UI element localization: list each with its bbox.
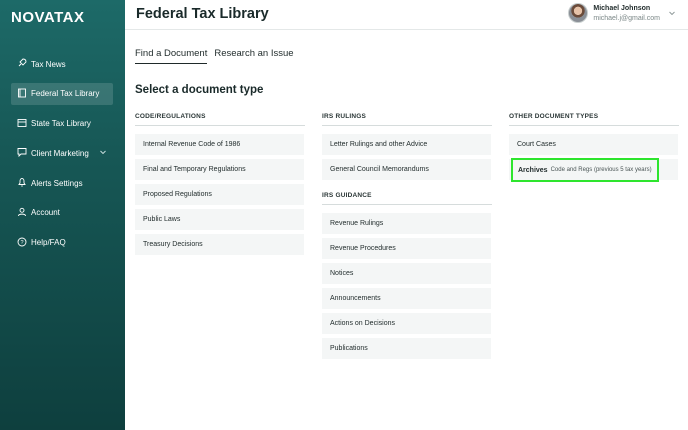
sidebar-item-label: Federal Tax Library	[31, 89, 100, 99]
novatax-logo[interactable]: NOVATAX	[11, 9, 85, 26]
sidebar-item-label: Alerts Settings	[31, 178, 83, 188]
chevron-down-icon[interactable]	[99, 148, 107, 156]
sidebar-item-federal-tax-library[interactable]: Federal Tax Library	[11, 82, 113, 105]
sidebar-item-alerts-settings[interactable]: Alerts Settings	[11, 172, 113, 194]
doc-proposed-regulations[interactable]: Proposed Regulations	[135, 184, 304, 205]
chevron-down-icon[interactable]	[668, 9, 676, 17]
sidebar-item-client-marketing[interactable]: Client Marketing	[11, 142, 113, 164]
archives-sublabel: Code and Regs (previous 5 tax years)	[550, 167, 652, 173]
doc-actions-on-decisions[interactable]: Actions on Decisions	[322, 313, 491, 334]
doc-announcements[interactable]: Announcements	[322, 288, 491, 309]
sidebar-item-label: State Tax Library	[31, 119, 91, 129]
chat-icon	[17, 147, 27, 158]
bell-icon	[17, 177, 27, 187]
doc-court-cases[interactable]: Court Cases	[509, 134, 678, 155]
doc-archives[interactable]: Archives Code and Regs (previous 5 tax y…	[511, 158, 659, 182]
sidebar-item-label: Client Marketing	[31, 148, 89, 158]
archives-label: Archives	[518, 166, 548, 174]
page-title: Federal Tax Library	[136, 6, 269, 22]
doc-final-temporary-regulations[interactable]: Final and Temporary Regulations	[135, 159, 304, 180]
code-regulations-heading: CODE/REGULATIONS	[135, 113, 305, 126]
sidebar: NOVATAX Tax News Federal Tax Library Sta…	[0, 0, 125, 430]
doc-treasury-decisions[interactable]: Treasury Decisions	[135, 234, 304, 255]
irs-rulings-heading: IRS RULINGS	[322, 113, 492, 126]
sidebar-item-account[interactable]: Account	[11, 202, 113, 224]
user-name: Michael Johnson	[593, 4, 651, 12]
doc-internal-revenue-code[interactable]: Internal Revenue Code of 1986	[135, 134, 304, 155]
avatar[interactable]	[568, 3, 589, 23]
user-icon	[17, 207, 27, 217]
sidebar-item-help-faq[interactable]: ? Help/FAQ	[11, 232, 113, 254]
doc-publications[interactable]: Publications	[322, 338, 491, 359]
help-icon: ?	[17, 237, 27, 247]
user-email: michael.j@gmail.com	[593, 14, 660, 22]
document-tabs: Find a Document Research an Issue	[135, 48, 301, 64]
doc-revenue-procedures[interactable]: Revenue Procedures	[322, 238, 491, 259]
other-document-types-heading: OTHER DOCUMENT TYPES	[509, 113, 679, 126]
doc-public-laws[interactable]: Public Laws	[135, 209, 304, 230]
user-menu[interactable]: Michael Johnson michael.j@gmail.com	[568, 3, 676, 23]
book-icon	[17, 88, 27, 98]
sidebar-item-tax-news[interactable]: Tax News	[11, 53, 113, 75]
doc-revenue-rulings[interactable]: Revenue Rulings	[322, 213, 491, 234]
top-header: Federal Tax Library Michael Johnson mich…	[125, 0, 688, 30]
sidebar-nav: Tax News Federal Tax Library State Tax L…	[0, 53, 125, 262]
sidebar-item-state-tax-library[interactable]: State Tax Library	[11, 113, 113, 135]
doc-notices[interactable]: Notices	[322, 263, 491, 284]
tab-find-a-document[interactable]: Find a Document	[135, 48, 208, 64]
doc-letter-rulings[interactable]: Letter Rulings and other Advice	[322, 134, 491, 155]
tab-research-an-issue[interactable]: Research an Issue	[214, 48, 293, 64]
sidebar-item-label: Account	[31, 208, 60, 218]
doc-general-council-memorandums[interactable]: General Council Memorandums	[322, 159, 491, 180]
section-title: Select a document type	[135, 84, 264, 96]
sidebar-item-label: Help/FAQ	[31, 238, 66, 248]
svg-text:?: ?	[20, 240, 23, 246]
irs-guidance-heading: IRS GUIDANCE	[322, 192, 492, 205]
library-icon	[17, 118, 27, 128]
rocket-icon	[17, 58, 27, 68]
sidebar-item-label: Tax News	[31, 59, 66, 69]
